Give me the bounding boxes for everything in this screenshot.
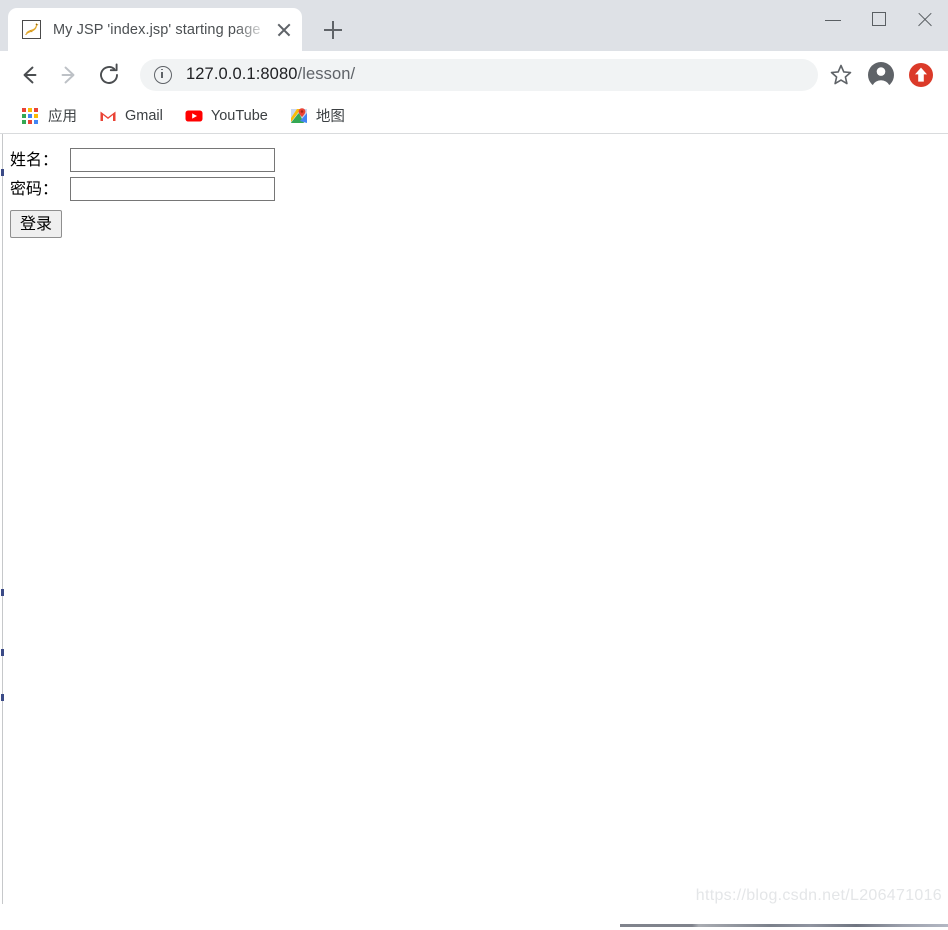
apps-grid-icon [22, 107, 40, 125]
update-arrow-icon[interactable] [908, 62, 934, 88]
password-input[interactable] [70, 177, 275, 201]
url-host: 127.0.0.1:8080 [186, 65, 298, 83]
back-arrow-icon[interactable] [12, 58, 46, 92]
browser-tab[interactable]: My JSP 'index.jsp' starting page [8, 8, 302, 51]
password-label: 密码： [10, 179, 59, 198]
watermark-text: https://blog.csdn.net/L206471016 [695, 887, 942, 904]
forward-arrow-icon[interactable] [52, 58, 86, 92]
url-text: 127.0.0.1:8080/lesson/ [186, 65, 355, 84]
tomcat-cat-icon [22, 20, 41, 39]
edge-artifact [1, 649, 4, 656]
name-row: 姓名： [10, 148, 275, 172]
login-button[interactable]: 登录 [10, 210, 63, 238]
bookmarks-bar: 应用 Gmail YouTube 地图 [0, 98, 948, 134]
reload-icon[interactable] [92, 58, 126, 92]
name-label: 姓名： [10, 150, 59, 169]
gmail-icon [99, 107, 117, 125]
bottom-artifact [620, 924, 948, 927]
close-icon[interactable] [272, 18, 296, 42]
info-circle-icon[interactable] [154, 65, 172, 84]
viewport-left-edge [2, 134, 3, 904]
new-tab-button[interactable] [318, 15, 348, 45]
bookmark-item-apps[interactable]: 应用 [14, 103, 85, 129]
bookmark-label: YouTube [210, 107, 268, 124]
maximize-icon[interactable] [856, 0, 902, 40]
edge-artifact [1, 694, 4, 701]
google-maps-icon [290, 107, 308, 125]
page-viewport: 姓名： 密码： 登录 https://blog.csdn.net/L206471… [0, 134, 948, 927]
bookmark-label: 地图 [315, 109, 345, 125]
profile-avatar-icon[interactable] [866, 60, 896, 90]
edge-artifact [1, 589, 4, 596]
edge-artifact [1, 169, 4, 176]
bookmark-item-maps[interactable]: 地图 [282, 103, 353, 129]
tab-strip: My JSP 'index.jsp' starting page [0, 0, 948, 51]
login-form: 姓名： 密码： 登录 [10, 148, 275, 238]
browser-toolbar: 127.0.0.1:8080/lesson/ [0, 51, 948, 98]
youtube-icon [185, 107, 203, 125]
url-path: /lesson/ [297, 65, 356, 83]
tab-title: My JSP 'index.jsp' starting page [53, 21, 261, 38]
minimize-icon[interactable] [810, 0, 856, 40]
bookmark-label: Gmail [125, 107, 163, 124]
window-controls [810, 0, 948, 40]
name-input[interactable] [70, 148, 275, 172]
bookmark-item-youtube[interactable]: YouTube [177, 103, 276, 129]
bookmark-item-gmail[interactable]: Gmail [91, 103, 171, 129]
close-window-icon[interactable] [902, 0, 948, 40]
password-row: 密码： [10, 177, 275, 201]
address-bar[interactable]: 127.0.0.1:8080/lesson/ [140, 58, 818, 91]
bookmark-label: 应用 [48, 109, 77, 125]
star-icon[interactable] [824, 58, 858, 92]
browser-window: My JSP 'index.jsp' starting page 127.0.0… [0, 0, 948, 930]
